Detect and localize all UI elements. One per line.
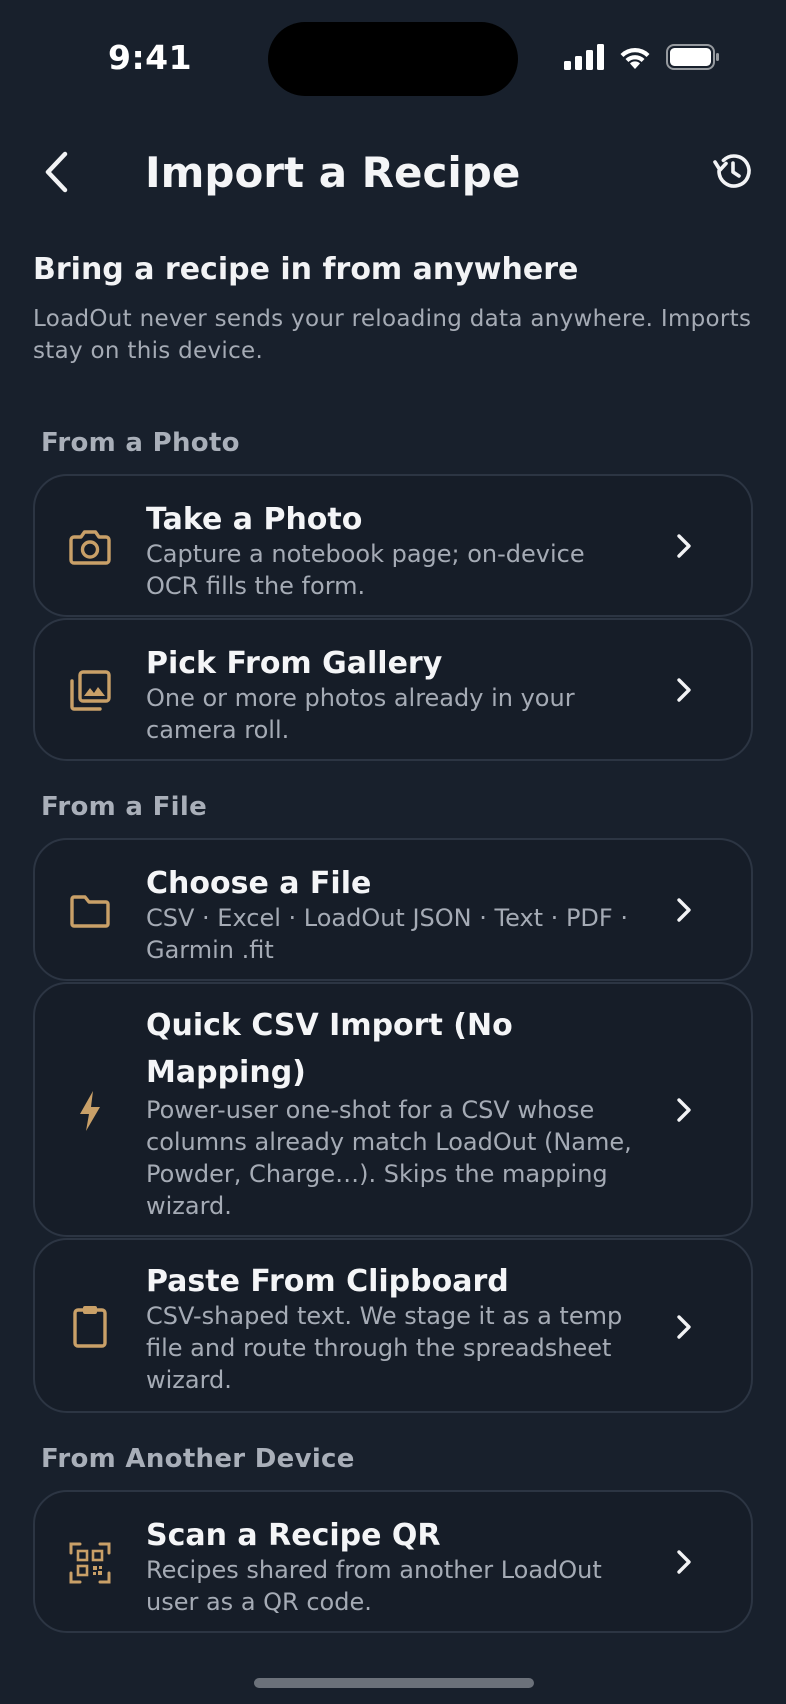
intro-body: LoadOut never sends your reloading data … <box>33 306 752 364</box>
option-paste-clipboard[interactable]: Paste From Clipboard CSV-shaped text. We… <box>33 1238 753 1413</box>
navigation-bar: Import a Recipe <box>0 130 786 220</box>
history-button[interactable] <box>708 146 758 196</box>
status-icons <box>564 44 720 70</box>
option-title: Scan a Recipe QR <box>146 1518 441 1553</box>
back-button[interactable] <box>32 144 80 200</box>
home-indicator[interactable] <box>254 1678 534 1688</box>
chevron-right-icon <box>673 895 695 925</box>
option-title: Take a Photo <box>146 502 363 537</box>
gallery-icon <box>67 668 113 714</box>
page-title: Import a Recipe <box>145 148 521 197</box>
history-icon <box>713 154 751 188</box>
option-subtitle: CSV-shaped text. We stage it as a temp f… <box>146 1302 623 1394</box>
chevron-right-icon <box>673 1547 695 1577</box>
option-subtitle: Recipes shared from another LoadOut user… <box>146 1556 602 1616</box>
section-label-from-another-device: From Another Device <box>41 1444 355 1474</box>
option-choose-file[interactable]: Choose a File CSV · Excel · LoadOut JSON… <box>33 838 753 981</box>
option-pick-gallery[interactable]: Pick From Gallery One or more photos alr… <box>33 618 753 761</box>
section-label-from-file: From a File <box>41 792 208 822</box>
folder-icon <box>67 888 113 934</box>
chevron-right-icon <box>673 531 695 561</box>
option-take-photo[interactable]: Take a Photo Capture a notebook page; on… <box>33 474 753 617</box>
option-subtitle: Power-user one-shot for a CSV whose colu… <box>146 1096 632 1220</box>
option-subtitle: One or more photos already in your camer… <box>146 684 575 744</box>
status-bar: 9:41 <box>0 0 786 120</box>
dynamic-island <box>268 22 518 96</box>
intro-title: Bring a recipe in from anywhere <box>33 252 579 287</box>
battery-icon <box>666 44 719 70</box>
chevron-right-icon <box>673 1095 695 1125</box>
section-label-from-photo: From a Photo <box>41 428 240 458</box>
option-title: Choose a File <box>146 866 372 901</box>
chevron-right-icon <box>673 1312 695 1342</box>
option-title: Pick From Gallery <box>146 646 443 681</box>
status-time: 9:41 <box>108 38 193 77</box>
option-subtitle: Capture a notebook page; on-device OCR f… <box>146 540 585 600</box>
wifi-icon <box>620 47 650 69</box>
lightning-bolt-icon <box>67 1088 113 1134</box>
option-quick-csv-import[interactable]: Quick CSV Import (No Mapping) Power-user… <box>33 982 753 1237</box>
qr-code-icon <box>67 1540 113 1586</box>
cellular-signal-icon <box>564 44 604 70</box>
option-title: Paste From Clipboard <box>146 1264 509 1299</box>
camera-icon <box>67 524 113 570</box>
chevron-right-icon <box>673 675 695 705</box>
chevron-left-icon <box>45 151 68 193</box>
option-subtitle: CSV · Excel · LoadOut JSON · Text · PDF … <box>146 904 628 964</box>
intro-block: Bring a recipe in from anywhere LoadOut … <box>33 252 753 367</box>
clipboard-icon <box>67 1303 113 1349</box>
option-title: Quick CSV Import (No Mapping) <box>146 1008 513 1090</box>
option-scan-recipe-qr[interactable]: Scan a Recipe QR Recipes shared from ano… <box>33 1490 753 1633</box>
